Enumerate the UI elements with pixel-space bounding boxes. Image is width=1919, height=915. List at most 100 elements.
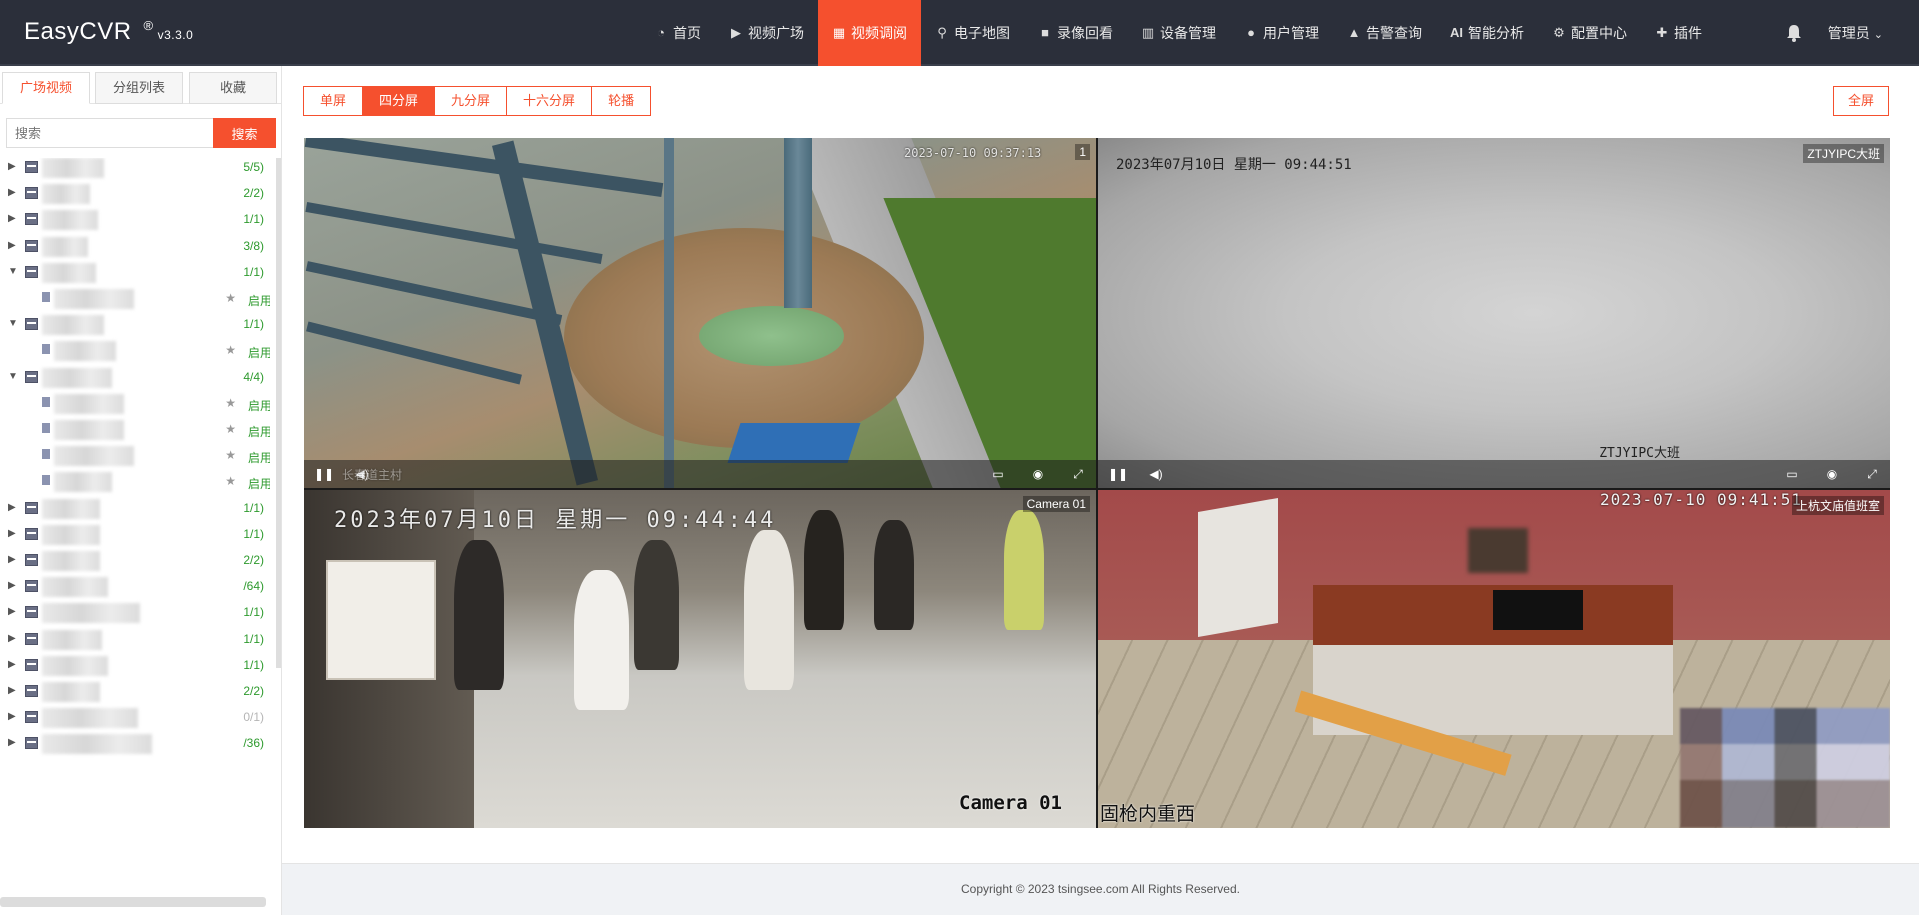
tree-channel-item[interactable]: ★ 启用 [0, 446, 270, 467]
tree-channel-item[interactable]: ★ 启用 [0, 420, 270, 440]
tree-channel-item[interactable]: ★ 启用 [0, 393, 270, 414]
tree-device-item[interactable]: ▶ 1/1) [0, 655, 270, 676]
app-logo[interactable]: EasyCVR ®v3.3.0 [24, 18, 193, 46]
fullscreen-icon[interactable]: ⤢ [1864, 466, 1880, 482]
caret-down-icon[interactable]: ▼ [8, 318, 18, 329]
nav-map[interactable]: ⚲ 电子地图 [921, 0, 1024, 66]
redacted-name [42, 734, 152, 755]
caret-right-icon[interactable]: ▶ [8, 580, 16, 591]
device-icon [25, 685, 38, 697]
search-input[interactable] [6, 118, 213, 148]
caret-right-icon[interactable]: ▶ [8, 502, 16, 513]
split-single-button[interactable]: 单屏 [303, 86, 364, 116]
star-icon[interactable]: ★ [225, 448, 236, 462]
tree-device-item[interactable]: ▶ /36) [0, 734, 270, 755]
redacted-name [54, 341, 116, 362]
tree-scrollbar-horizontal[interactable] [0, 897, 266, 907]
tree-device-item[interactable]: ▶ 1/1) [0, 629, 270, 650]
tree-scrollbar-vertical[interactable] [276, 158, 281, 668]
record-icon[interactable]: ▭ [990, 466, 1006, 482]
video-player-3[interactable]: 2023年07月10日 星期一 09:44:44 Camera 01 Camer… [304, 490, 1096, 828]
tree-device-item[interactable]: ▼ 1/1) [0, 315, 270, 336]
tree-device-item[interactable]: ▶ 3/8) [0, 236, 270, 257]
star-icon[interactable]: ★ [225, 396, 236, 410]
tree-device-item[interactable]: ▶ 0/1) [0, 708, 270, 729]
caret-right-icon[interactable]: ▶ [8, 554, 16, 565]
tree-channel-item[interactable]: ★ 启用 [0, 472, 270, 493]
video-player-2[interactable]: 2023年07月10日 星期一 09:44:51 ZTJYIPC大班 ZTJYI… [1098, 138, 1890, 488]
tree-device-item[interactable]: ▼ 4/4) [0, 367, 270, 388]
player-title: ZTJYIPC大班 [1803, 144, 1884, 163]
nav-video-browse[interactable]: ▦ 视频调阅 [818, 0, 921, 66]
split-four-button[interactable]: 四分屏 [362, 86, 436, 116]
pause-icon[interactable]: ❚❚ [314, 466, 334, 482]
tree-device-item[interactable]: ▶ /64) [0, 577, 270, 598]
channel-status: 启用 [248, 477, 270, 492]
pause-icon[interactable]: ❚❚ [1108, 466, 1128, 482]
nav-users[interactable]: ● 用户管理 [1230, 0, 1333, 66]
star-icon[interactable]: ★ [225, 422, 236, 436]
caret-down-icon[interactable]: ▼ [8, 266, 18, 277]
camera-snapshot-icon[interactable]: ◉ [1824, 466, 1840, 482]
tree-device-item[interactable]: ▼ 1/1) [0, 262, 270, 283]
caret-right-icon[interactable]: ▶ [8, 187, 16, 198]
carousel-button[interactable]: 轮播 [591, 86, 652, 116]
player-title: 1 [1075, 144, 1090, 160]
tree-channel-item[interactable]: ★ 启用 [0, 289, 270, 309]
tree-device-item[interactable]: ▶ 1/1) [0, 603, 270, 624]
tree-device-item[interactable]: ▶ 2/2) [0, 551, 270, 571]
nav-ai-analysis[interactable]: AI 智能分析 [1436, 0, 1538, 66]
caret-right-icon[interactable]: ▶ [8, 528, 16, 539]
redacted-name [42, 498, 100, 519]
camera-snapshot-icon[interactable]: ◉ [1030, 466, 1046, 482]
device-icon [25, 737, 38, 750]
tree-device-item[interactable]: ▶ 1/1) [0, 498, 270, 519]
caret-right-icon[interactable]: ▶ [8, 711, 16, 722]
star-icon[interactable]: ★ [225, 474, 236, 488]
tab-group-list[interactable]: 分组列表 [95, 72, 183, 104]
caret-down-icon[interactable]: ▼ [8, 371, 18, 382]
nav-plugins[interactable]: ✚ 插件 [1641, 0, 1716, 66]
nav-devices[interactable]: ▥ 设备管理 [1127, 0, 1230, 66]
caret-right-icon[interactable]: ▶ [8, 685, 16, 696]
tree-device-item[interactable]: ▶ 2/2) [0, 682, 270, 702]
bell-icon[interactable] [1784, 23, 1804, 43]
nav-config[interactable]: ⚙ 配置中心 [1538, 0, 1641, 66]
volume-icon[interactable]: ◀) [1148, 466, 1164, 482]
device-count: 0/1) [243, 710, 264, 725]
tree-device-item[interactable]: ▶ 2/2) [0, 184, 270, 205]
tree-device-item[interactable]: ▶ 1/1) [0, 524, 270, 545]
caret-right-icon[interactable]: ▶ [8, 240, 16, 251]
caret-right-icon[interactable]: ▶ [8, 659, 16, 670]
tree-device-item[interactable]: ▶ 1/1) [0, 210, 270, 231]
nav-label: 首页 [673, 25, 701, 41]
star-icon[interactable]: ★ [225, 291, 236, 305]
split-nine-button[interactable]: 九分屏 [434, 86, 508, 116]
tree-channel-item[interactable]: ★ 启用 [0, 341, 270, 362]
caret-right-icon[interactable]: ▶ [8, 213, 16, 224]
device-count: 2/2) [243, 553, 264, 567]
nav-alarms[interactable]: ▲ 告警查询 [1333, 0, 1436, 66]
player-title: 上杭文庙值班室 [1791, 496, 1884, 515]
fullscreen-button[interactable]: 全屏 [1832, 86, 1889, 116]
user-menu[interactable]: 管理员 ⌄ [1828, 23, 1883, 43]
nav-playback[interactable]: ■ 录像回看 [1024, 0, 1127, 66]
search-button[interactable]: 搜索 [213, 118, 276, 148]
device-icon [25, 161, 38, 173]
caret-right-icon[interactable]: ▶ [8, 633, 16, 644]
star-icon[interactable]: ★ [225, 343, 236, 357]
tab-favorites[interactable]: 收藏 [189, 72, 277, 104]
tree-device-item[interactable]: ▶ 5/5) [0, 158, 270, 178]
tab-square-video[interactable]: 广场视频 [2, 72, 90, 104]
record-icon[interactable]: ▭ [1784, 466, 1800, 482]
video-player-1[interactable]: 2023-07-10 09:37:13 1 ❚❚ ◀) 长春道主村 ▭ ◉ ⤢ [304, 138, 1096, 488]
video-player-4[interactable]: 2023-07-10 09:41:51 固枪内重西 上杭文庙值班室 [1098, 490, 1890, 828]
split-sixteen-button[interactable]: 十六分屏 [506, 86, 593, 116]
nav-home[interactable]: ◔ 首页 [640, 0, 715, 66]
fullscreen-icon[interactable]: ⤢ [1070, 466, 1086, 482]
caret-right-icon[interactable]: ▶ [8, 606, 16, 617]
map-pin-icon: ⚲ [937, 25, 947, 40]
caret-right-icon[interactable]: ▶ [8, 161, 16, 172]
caret-right-icon[interactable]: ▶ [8, 737, 16, 748]
nav-video-square[interactable]: ▶ 视频广场 [715, 0, 818, 66]
